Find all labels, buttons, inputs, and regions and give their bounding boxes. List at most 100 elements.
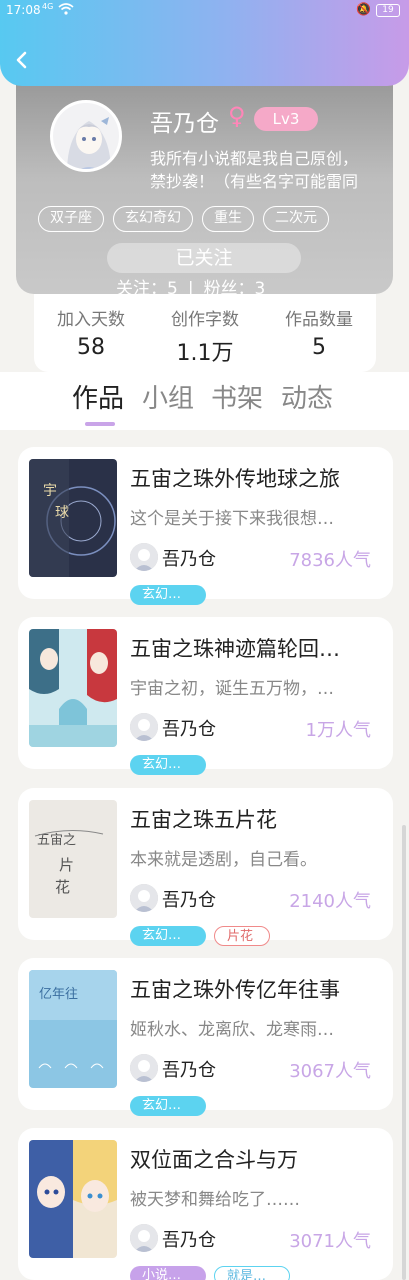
profile-tag[interactable]: 二次元 xyxy=(263,206,329,232)
author-avatar xyxy=(130,1054,158,1082)
work-card[interactable]: 五宙之珠神迹篇轮回… 宇宙之初，诞生五万物，… 吾乃仓 1万人气 玄幻… xyxy=(18,617,393,775)
follow-button[interactable]: 已关注 xyxy=(107,243,301,273)
stat-label: 加入天数 xyxy=(57,310,125,330)
follow-counts: 关注：5 | 粉丝：3 xyxy=(116,274,265,294)
work-card[interactable]: 宇 球 五宙之珠外传地球之旅 这个是关于接下来我很想… 吾乃仓 7836人气 玄… xyxy=(18,447,393,605)
work-description: 被天梦和舞给吃了…… xyxy=(130,1190,300,1210)
svg-text:片: 片 xyxy=(59,856,74,874)
work-author: 吾乃仓 xyxy=(162,1060,216,1081)
work-cover[interactable] xyxy=(29,1140,117,1258)
profile-tag[interactable]: 双子座 xyxy=(38,206,104,232)
author-avatar xyxy=(130,1224,158,1252)
stat-word-count: 创作字数 1.1万 xyxy=(148,294,262,372)
work-cover[interactable]: 五宙之 片 花 xyxy=(29,800,117,918)
work-title: 五宙之珠外传亿年往事 xyxy=(130,978,340,1002)
count-separator: | xyxy=(187,279,194,294)
following-count[interactable]: 关注：5 xyxy=(116,279,178,294)
work-description: 本来就是透剧，自己看。 xyxy=(130,850,317,870)
author-avatar-icon xyxy=(130,884,158,912)
work-card[interactable]: 亿年往 五宙之珠外传亿年往事 姬秋水、龙离欣、龙寒雨… 吾乃仓 3067人气 玄… xyxy=(18,958,393,1116)
cover-image-icon: 宇 球 xyxy=(29,459,117,577)
level-badge: Lv3 xyxy=(254,107,318,131)
stat-works-count: 作品数量 5 xyxy=(262,294,376,372)
svg-text:宇: 宇 xyxy=(43,483,57,499)
tab-bookshelf[interactable]: 书架 xyxy=(211,378,263,415)
svg-text:亿年往: 亿年往 xyxy=(39,987,78,1002)
avatar-illustration-icon xyxy=(53,103,119,169)
author-avatar-icon xyxy=(130,713,158,741)
profile-tag[interactable]: 重生 xyxy=(202,206,254,232)
tab-works[interactable]: 作品 xyxy=(72,378,124,415)
work-tag[interactable]: 玄幻… xyxy=(130,926,206,946)
status-time: 17:08 xyxy=(6,3,41,17)
work-card[interactable]: 双位面之合斗与万 被天梦和舞给吃了…… 吾乃仓 3071人气 小说… 就是… xyxy=(18,1128,393,1280)
author-avatar-icon xyxy=(130,1224,158,1252)
fans-count[interactable]: 粉丝：3 xyxy=(204,279,266,294)
female-gender-icon: ♀ xyxy=(228,102,246,130)
work-author: 吾乃仓 xyxy=(162,890,216,911)
work-tags: 玄幻… xyxy=(130,755,206,775)
work-title: 五宙之珠外传地球之旅 xyxy=(130,467,340,491)
stat-value: 5 xyxy=(312,335,326,360)
back-arrow-icon[interactable] xyxy=(8,46,36,74)
bio-line: 禁抄袭！（有些名字可能雷同 xyxy=(150,172,359,191)
svg-text:五宙之: 五宙之 xyxy=(37,833,76,848)
stat-value: 58 xyxy=(77,335,105,360)
work-tag[interactable]: 小说… xyxy=(130,1266,206,1280)
work-tag[interactable]: 就是… xyxy=(214,1266,290,1280)
author-avatar xyxy=(130,543,158,571)
battery-icon: 19 xyxy=(376,4,400,17)
wifi-icon xyxy=(58,3,74,15)
work-author: 吾乃仓 xyxy=(162,1230,216,1251)
author-avatar xyxy=(130,884,158,912)
tab-bar: 作品 小组 书架 动态 xyxy=(0,372,409,430)
work-title: 双位面之合斗与万 xyxy=(130,1148,298,1172)
scrollbar[interactable] xyxy=(402,825,406,1280)
notification-off-icon: 🔕 xyxy=(356,2,371,16)
work-popularity: 3067人气 xyxy=(289,1061,371,1082)
bio-line: 我所有小说都是我自己原创， xyxy=(150,149,359,168)
stats-panel: 加入天数 58 创作字数 1.1万 作品数量 5 xyxy=(34,294,376,372)
stat-label: 创作字数 xyxy=(171,310,239,330)
network-indicator: 4G xyxy=(42,2,54,11)
avatar[interactable] xyxy=(50,100,122,172)
profile-card: 吾乃仓 ♀ Lv3 我所有小说都是我自己原创， 禁抄袭！（有些名字可能雷同 双子… xyxy=(16,84,393,294)
work-cover[interactable] xyxy=(29,629,117,747)
work-popularity: 2140人气 xyxy=(289,891,371,912)
cover-image-icon: 亿年往 xyxy=(29,970,117,1088)
author-avatar-icon xyxy=(130,1054,158,1082)
work-tag[interactable]: 玄幻… xyxy=(130,585,206,605)
work-title: 五宙之珠五片花 xyxy=(130,808,277,832)
work-author: 吾乃仓 xyxy=(162,719,216,740)
work-tags: 小说… 就是… xyxy=(130,1266,290,1280)
status-bar: 17:08 4G 🔕 19 xyxy=(0,0,409,22)
work-tags: 玄幻… xyxy=(130,1096,206,1116)
work-cover[interactable]: 宇 球 xyxy=(29,459,117,577)
author-avatar xyxy=(130,713,158,741)
stat-label: 作品数量 xyxy=(285,310,353,330)
stat-value: 1.1万 xyxy=(176,341,234,366)
profile-name: 吾乃仓 xyxy=(150,111,219,137)
cover-image-icon xyxy=(29,629,117,747)
active-tab-indicator xyxy=(85,422,115,426)
work-popularity: 7836人气 xyxy=(289,550,371,571)
profile-tags: 双子座 玄幻奇幻 重生 二次元 xyxy=(38,206,329,232)
tab-groups[interactable]: 小组 xyxy=(142,378,194,415)
work-description: 这个是关于接下来我很想… xyxy=(130,509,334,529)
cover-image-icon xyxy=(29,1140,117,1258)
svg-text:球: 球 xyxy=(55,505,69,521)
work-tag[interactable]: 玄幻… xyxy=(130,1096,206,1116)
work-tag[interactable]: 玄幻… xyxy=(130,755,206,775)
profile-bio: 我所有小说都是我自己原创， 禁抄袭！（有些名字可能雷同 xyxy=(150,147,393,193)
work-author: 吾乃仓 xyxy=(162,549,216,570)
tab-activity[interactable]: 动态 xyxy=(281,378,333,415)
work-description: 姬秋水、龙离欣、龙寒雨… xyxy=(130,1020,334,1040)
work-cover[interactable]: 亿年往 xyxy=(29,970,117,1088)
work-popularity: 3071人气 xyxy=(289,1231,371,1252)
svg-text:花: 花 xyxy=(55,878,70,896)
work-tag[interactable]: 片花 xyxy=(214,926,270,946)
work-card[interactable]: 五宙之 片 花 五宙之珠五片花 本来就是透剧，自己看。 吾乃仓 2140人气 玄… xyxy=(18,788,393,946)
work-tags: 玄幻… 片花 xyxy=(130,926,270,946)
profile-tag[interactable]: 玄幻奇幻 xyxy=(113,206,193,232)
author-avatar-icon xyxy=(130,543,158,571)
